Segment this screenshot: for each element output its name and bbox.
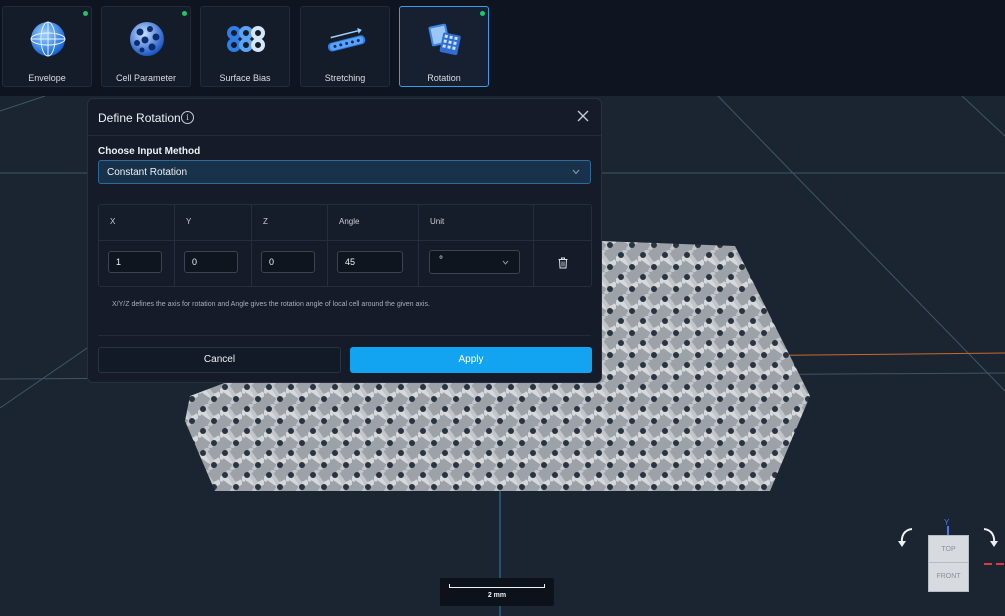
view-cube[interactable]: TOP FRONT [928,535,969,592]
tool-label: Cell Parameter [115,73,177,83]
cell-sphere-icon [130,22,164,56]
define-rotation-dialog: Define Rotation i Choose Input Method Co… [87,98,602,383]
unit-value: ° [439,255,443,266]
column-header-unit: Unit [419,205,534,241]
view-cube-front[interactable]: FRONT [929,563,968,591]
cell-unit: ° [419,241,534,287]
trash-icon[interactable] [558,257,568,269]
status-indicator [182,11,187,16]
feature-toolbar: Envelope Cell Parameter Surface Bias Str… [0,0,1005,96]
divider [88,135,601,136]
status-indicator [480,11,485,16]
y-input[interactable] [184,251,238,273]
stretching-icon [327,27,366,52]
cell-actions [534,241,591,287]
column-header-actions [534,205,591,241]
help-text: X/Y/Z defines the axis for rotation and … [112,301,430,308]
tool-cell-parameter[interactable]: Cell Parameter [101,6,191,87]
cell-x [99,241,175,287]
axis-x-line [984,563,1005,565]
tool-label: Surface Bias [219,73,271,83]
close-icon[interactable] [577,110,589,122]
scale-bar-label: 2 mm [487,592,507,599]
tool-surface-bias[interactable]: Surface Bias [200,6,290,87]
rotation-cubes-icon [428,23,461,56]
chevron-down-icon [502,260,509,265]
dialog-title: Define Rotation [98,111,181,125]
scale-bar-line [449,584,545,588]
column-header-x: X [99,205,175,241]
surface-bias-icon [227,26,265,52]
angle-input[interactable] [337,251,403,273]
status-indicator [83,11,88,16]
rotate-left-icon[interactable] [896,526,916,548]
column-header-angle: Angle [328,205,419,241]
tool-label: Envelope [28,73,66,83]
input-method-select[interactable]: Constant Rotation [98,160,591,184]
column-header-y: Y [175,205,252,241]
divider [98,335,591,336]
cell-angle [328,241,419,287]
scale-bar: 2 mm [440,578,554,606]
tool-label: Rotation [427,73,461,83]
tool-label: Stretching [324,73,366,83]
cell-z [252,241,328,287]
globe-icon [30,21,66,57]
input-method-label: Choose Input Method [98,146,201,157]
info-icon[interactable]: i [181,111,194,124]
rotation-table: X Y Z Angle Unit ° [98,204,592,287]
view-cube-top[interactable]: TOP [929,536,968,563]
unit-select[interactable]: ° [429,250,520,274]
x-input[interactable] [108,251,162,273]
column-header-z: Z [252,205,328,241]
tool-rotation[interactable]: Rotation [399,6,489,87]
input-method-value: Constant Rotation [107,167,188,178]
tool-envelope[interactable]: Envelope [2,6,92,87]
tool-stretching[interactable]: Stretching [300,6,390,87]
cell-y [175,241,252,287]
cancel-button[interactable]: Cancel [98,347,341,373]
chevron-down-icon [572,169,580,175]
apply-button[interactable]: Apply [350,347,592,373]
rotate-right-icon[interactable] [980,526,1000,548]
z-input[interactable] [261,251,315,273]
